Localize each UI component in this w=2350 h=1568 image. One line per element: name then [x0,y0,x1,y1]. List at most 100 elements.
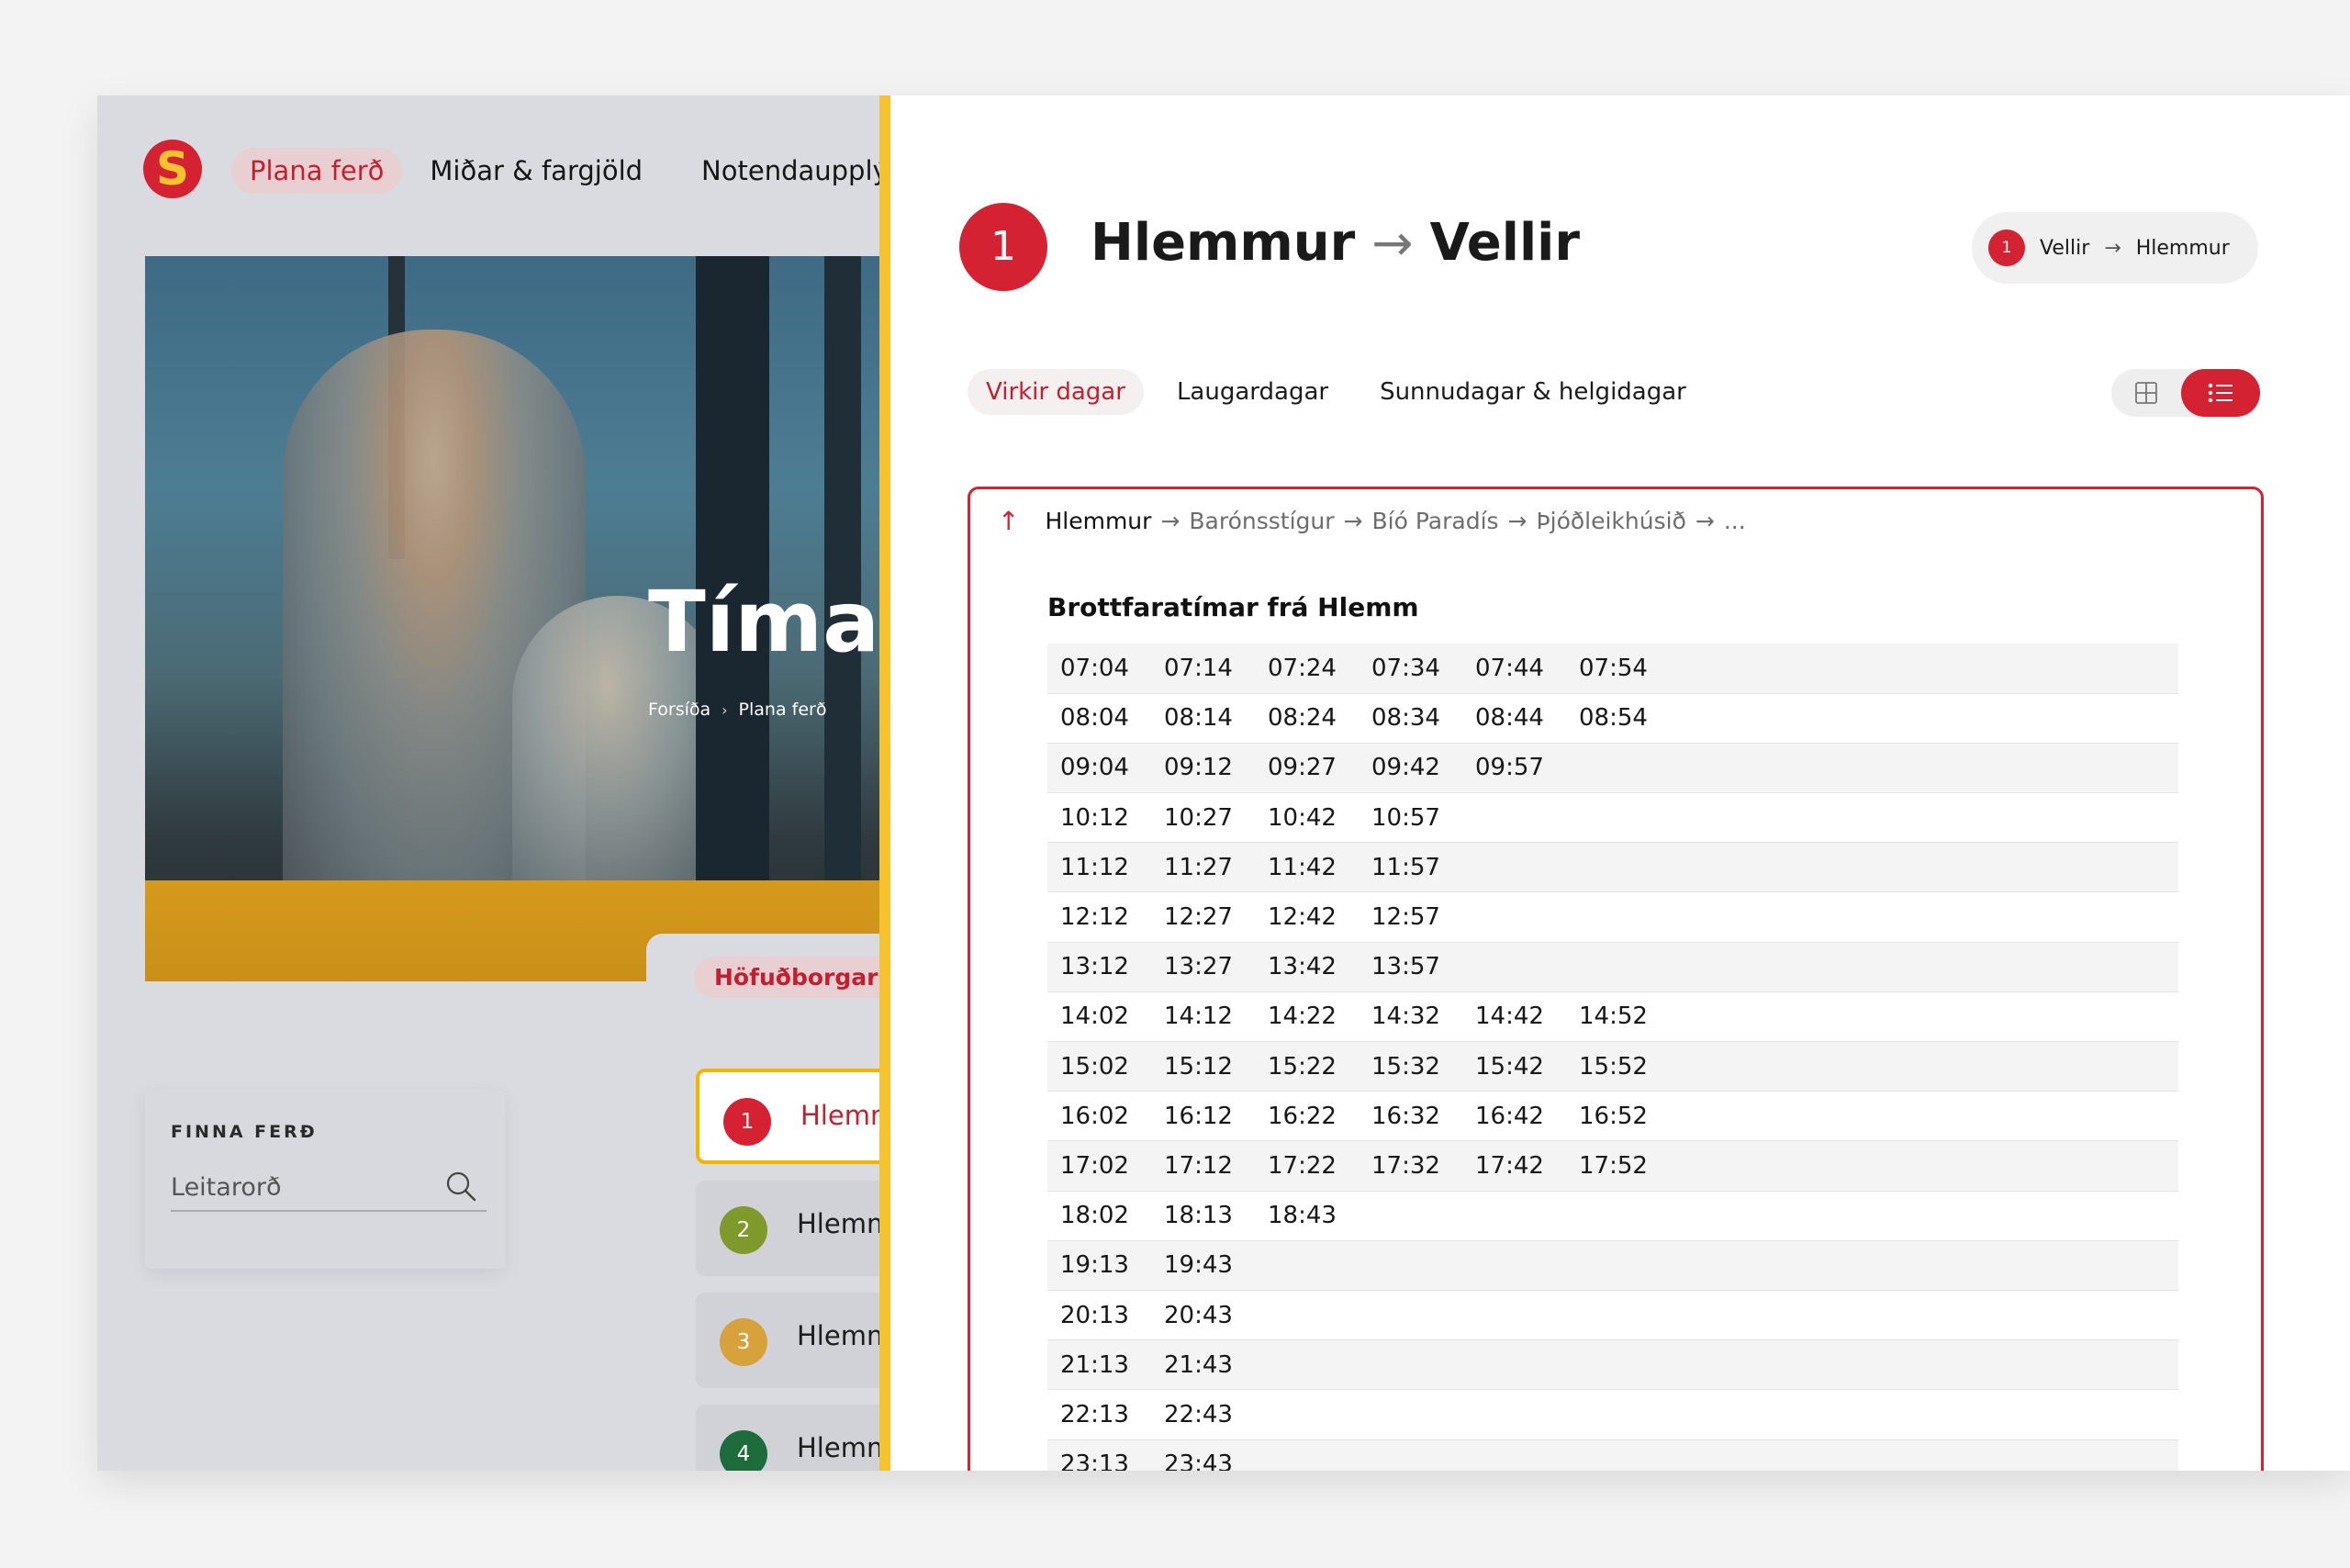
departure-time [1566,1340,1670,1390]
stop-name: Hlemmur [1045,508,1152,534]
departure-time: 17:42 [1475,1151,1544,1180]
table-row: 08:04 08:14 08:24 08:34 08:44 08:54 [1047,693,2178,744]
breadcrumb-chevron-icon: › [722,700,728,719]
arrow-right-icon: → [1371,214,1414,272]
table-row: 23:13 23:43 [1047,1439,2178,1471]
departure-time [1670,1092,2178,1141]
departure-time: 18:43 [1268,1202,1337,1230]
departure-time [1670,1340,2178,1390]
departure-time: 23:13 [1060,1450,1129,1471]
departure-time [1462,793,1566,843]
search-icon[interactable] [444,1170,477,1203]
departure-time: 15:02 [1060,1052,1129,1081]
route-from: Hlemmur [1091,213,1356,273]
strato-logo[interactable]: S [143,140,202,198]
departure-time: 11:57 [1371,853,1440,881]
search-input[interactable] [171,1164,487,1212]
departure-time: 12:12 [1060,903,1129,932]
departure-time: 08:34 [1371,704,1440,733]
departure-time [1359,1439,1462,1471]
departure-time [1255,1390,1359,1439]
departure-time: 09:12 [1164,754,1233,782]
tab-sundays-holidays[interactable]: Sunnudagar & helgidagar [1361,369,1705,415]
departure-time: 14:42 [1475,1002,1544,1031]
nav-item-tickets-fares[interactable]: Miðar & fargjöld [411,148,661,194]
departure-time [1670,942,2178,991]
departure-time: 21:13 [1060,1350,1129,1379]
departure-time: 08:04 [1060,704,1129,733]
departure-time [1670,1191,2178,1240]
reverse-direction-button[interactable]: 1 Vellir → Hlemmur [1972,212,2258,284]
departure-time [1566,942,1670,991]
departure-time: 16:02 [1060,1102,1129,1130]
view-toggle [2111,369,2260,417]
route-number-badge: 1 [959,203,1047,291]
departure-time [1359,1240,1462,1290]
departure-time: 08:44 [1475,704,1544,733]
day-tabs: Virkir dagar Laugardagar Sunnudagar & he… [968,369,1705,415]
departure-time: 13:57 [1371,953,1440,981]
breadcrumb-home[interactable]: Forsíða [648,700,711,720]
departure-time [1462,843,1566,892]
route-badge: 2 [720,1206,767,1254]
departure-time: 17:02 [1060,1151,1129,1180]
reverse-from: Vellir [2040,236,2090,260]
departure-time: 09:27 [1268,754,1337,782]
departure-time: 15:22 [1268,1052,1337,1081]
table-row: 10:12 10:27 10:42 10:57 [1047,793,2178,843]
departure-time [1462,942,1566,991]
tab-weekdays[interactable]: Virkir dagar [968,369,1144,415]
table-row: 18:02 18:13 18:43 [1047,1191,2178,1241]
schedule-heading: Brottfaratímar frá Hlemm [1047,592,1419,622]
table-row: 17:02 17:12 17:22 17:32 17:42 17:52 [1047,1140,2178,1192]
departure-time: 17:12 [1164,1151,1233,1180]
departure-time: 22:43 [1164,1400,1233,1428]
departure-time [1462,892,1566,942]
departure-time: 07:14 [1164,654,1233,682]
departure-time: 09:04 [1060,754,1129,782]
departure-time: 11:12 [1060,853,1129,881]
route-badge: 3 [720,1318,767,1366]
tab-saturdays[interactable]: Laugardagar [1158,369,1347,415]
departure-time [1462,1191,1566,1240]
breadcrumb-plan-trip[interactable]: Plana ferð [739,700,827,720]
departure-time [1359,1191,1462,1240]
nav-item-plan-trip[interactable]: Plana ferð [231,148,403,194]
stop-ellipsis: ... [1723,508,1746,534]
departure-time: 17:52 [1579,1151,1648,1180]
departure-time [1670,1240,2178,1290]
departure-time: 11:27 [1164,853,1233,881]
route-badge: 1 [723,1098,771,1146]
stop-name: Þjóðleikhúsið [1536,508,1686,534]
departure-time [1670,1439,2178,1471]
route-title: Hlemmur → Vellir [1091,213,1580,273]
departure-time: 15:12 [1164,1052,1233,1081]
departure-time: 15:32 [1371,1052,1440,1081]
reverse-route-badge: 1 [1988,230,2025,266]
list-view-button[interactable] [2181,369,2260,417]
departure-time: 16:32 [1371,1102,1440,1130]
departure-time: 18:02 [1060,1202,1129,1230]
departure-time: 23:43 [1164,1450,1233,1471]
departure-time: 19:43 [1164,1251,1233,1280]
grid-view-button[interactable] [2111,369,2181,417]
route-to: Vellir [1429,213,1580,273]
arrow-up-icon[interactable]: ↑ [998,506,1019,536]
departure-time: 12:42 [1268,903,1337,932]
departure-time: 13:12 [1060,953,1129,981]
arrow-right-icon: → [1695,508,1715,534]
departure-time: 17:22 [1268,1151,1337,1180]
panel-accent-border [879,95,890,1471]
departure-time [1566,892,1670,942]
departure-time [1566,1191,1670,1240]
reverse-to: Hlemmur [2135,236,2230,260]
stop-path: ↑ Hlemmur → Barónsstígur → Bíó Paradís →… [998,506,1746,536]
departure-time: 13:42 [1268,953,1337,981]
departure-time [1670,1141,2178,1191]
departure-time: 14:12 [1164,1002,1233,1031]
departure-time [1566,1390,1670,1439]
departure-time [1670,1390,2178,1439]
departure-time [1462,1340,1566,1390]
departure-time: 21:43 [1164,1350,1233,1379]
table-row: 22:13 22:43 [1047,1390,2178,1439]
